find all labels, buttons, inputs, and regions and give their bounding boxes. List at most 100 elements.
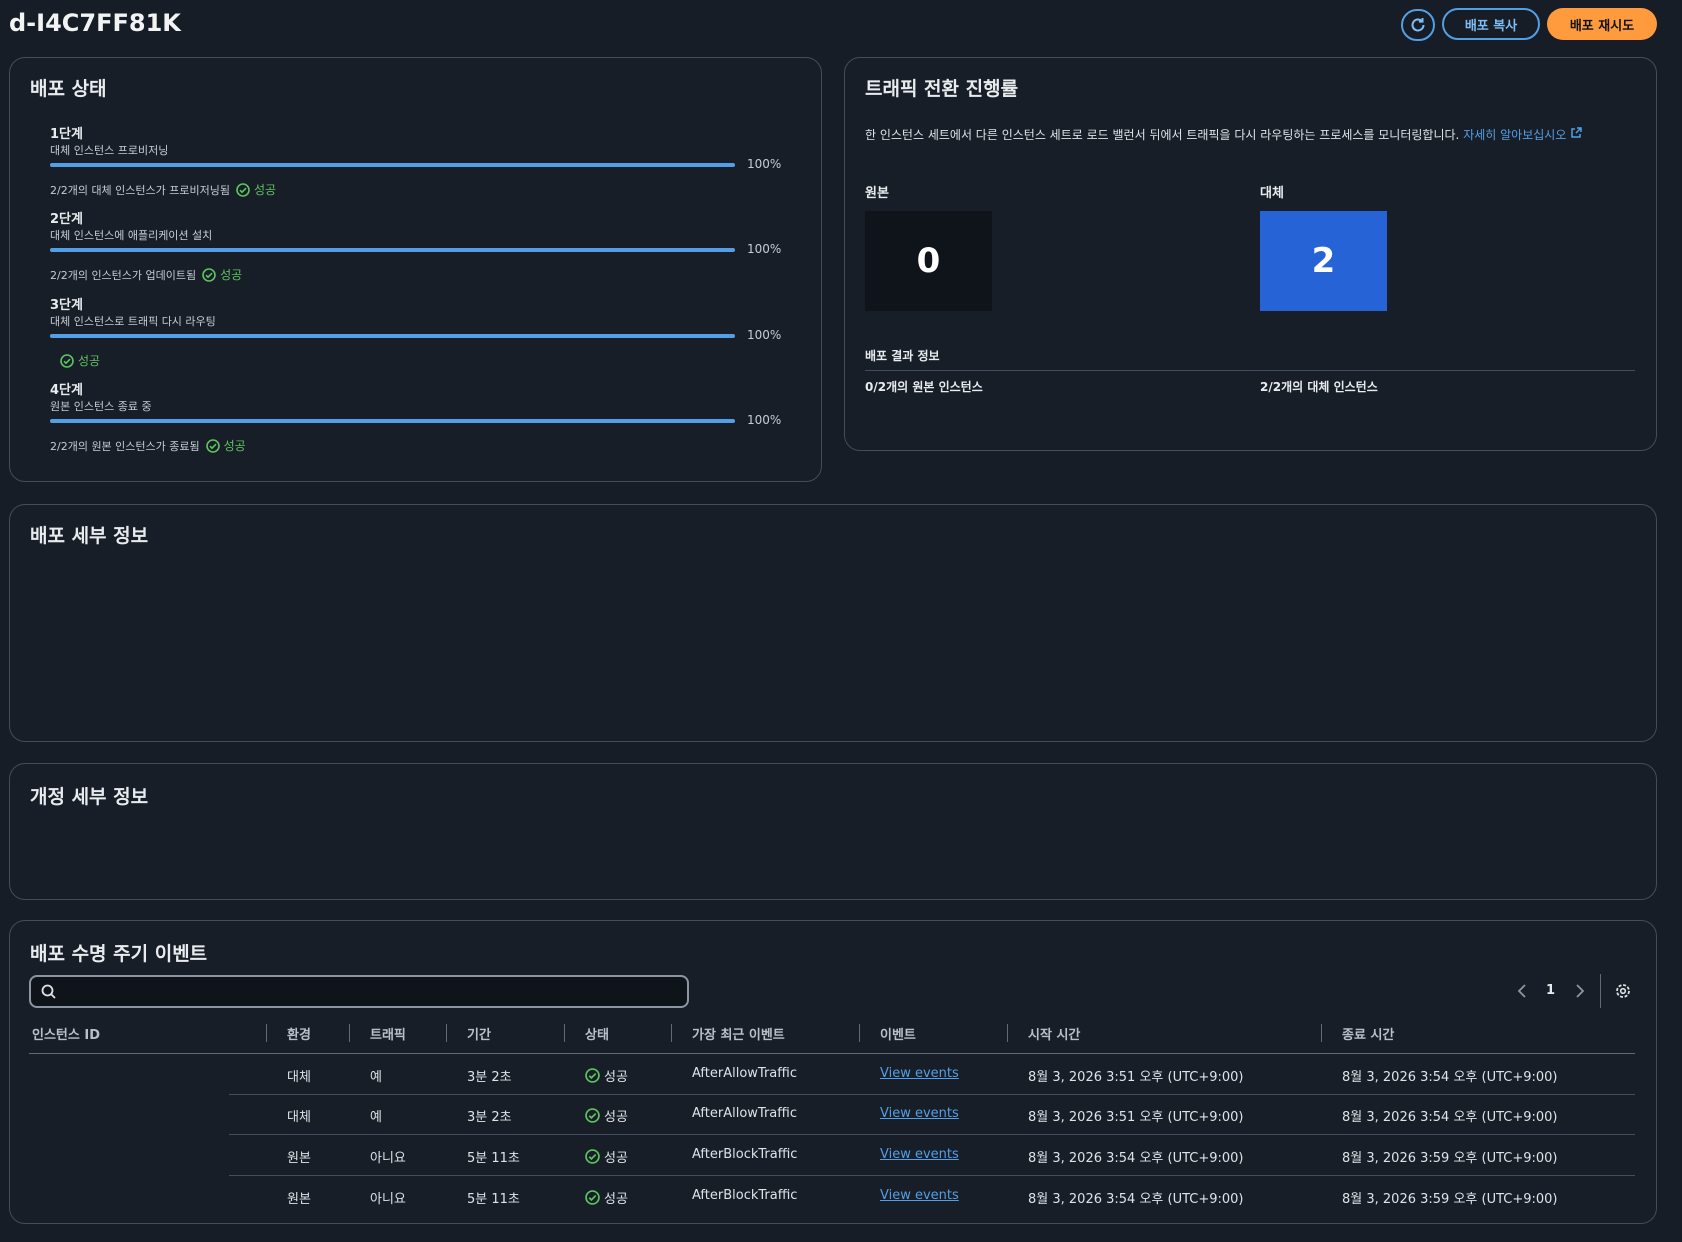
cell-traffic: 아니요 — [370, 1151, 406, 1166]
refresh-button[interactable] — [1401, 9, 1435, 41]
column-header-duration[interactable]: 기간 — [467, 1024, 491, 1043]
column-header-instance-id[interactable]: 인스턴스 ID — [32, 1024, 100, 1043]
next-page-button[interactable] — [1571, 982, 1587, 1000]
column-divider — [564, 1024, 565, 1042]
progress-fill — [50, 163, 735, 167]
deploy-status-card: 배포 상태 1단계 대체 인스턴스 프로비저닝 100% 2/2개의 대체 인스… — [9, 57, 822, 482]
stage-3: 3단계 대체 인스턴스로 트래픽 다시 라우팅 100% 성공 — [50, 294, 800, 374]
search-input[interactable] — [65, 981, 679, 1005]
cell-status: 성공 — [585, 1147, 628, 1166]
cell-duration: 3분 2초 — [467, 1070, 512, 1085]
deploy-result-title: 배포 결과 정보 — [865, 349, 940, 363]
stage-description: 원본 인스턴스 종료 중 — [50, 400, 152, 413]
check-circle-icon — [585, 1149, 600, 1164]
view-events-link[interactable]: View events — [880, 1066, 959, 1081]
cell-latest-event: AfterBlockTraffic — [692, 1147, 798, 1162]
column-divider — [859, 1024, 860, 1042]
column-header-end-time[interactable]: 종료 시간 — [1342, 1024, 1394, 1043]
cell-duration: 5분 11초 — [467, 1192, 520, 1207]
column-header-events[interactable]: 이벤트 — [880, 1024, 916, 1043]
column-header-latest-event[interactable]: 가장 최근 이벤트 — [692, 1024, 785, 1043]
cell-environment: 원본 — [287, 1151, 311, 1166]
view-events-link[interactable]: View events — [880, 1106, 959, 1121]
column-header-environment[interactable]: 환경 — [287, 1024, 311, 1043]
stage-footer-text: 2/2개의 대체 인스턴스가 프로비저닝됨 — [50, 183, 230, 197]
stage-footer: 2/2개의 원본 인스턴스가 종료됨 성공 — [50, 437, 246, 454]
page-title: d-I4C7FF81K — [9, 9, 181, 37]
cell-end-time: 8월 3, 2026 3:59 오후 (UTC+9:00) — [1342, 1192, 1558, 1207]
stage-2: 2단계 대체 인스턴스에 애플리케이션 설치 100% 2/2개의 인스턴스가 … — [50, 208, 800, 288]
progress-bar — [50, 163, 735, 167]
check-circle-icon — [236, 182, 250, 197]
revision-details-card: 개정 세부 정보 — [9, 763, 1657, 900]
column-header-traffic[interactable]: 트래픽 — [370, 1024, 406, 1043]
replacement-result: 2/2개의 대체 인스턴스 — [1260, 380, 1378, 394]
check-circle-icon — [585, 1068, 600, 1083]
progress-bar — [50, 419, 735, 423]
status-label: 성공 — [604, 1110, 628, 1125]
cell-status: 성공 — [585, 1188, 628, 1207]
view-events-link[interactable]: View events — [880, 1147, 959, 1162]
stage-name: 3단계 — [50, 298, 83, 313]
learn-more-label: 자세히 알아보십시오 — [1463, 128, 1567, 142]
cell-start-time: 8월 3, 2026 3:51 오후 (UTC+9:00) — [1028, 1110, 1244, 1125]
cell-environment: 대체 — [287, 1070, 311, 1085]
cell-traffic: 예 — [370, 1110, 382, 1125]
cell-end-time: 8월 3, 2026 3:54 오후 (UTC+9:00) — [1342, 1110, 1558, 1125]
deploy-details-title: 배포 세부 정보 — [30, 525, 149, 547]
column-header-status[interactable]: 상태 — [585, 1024, 609, 1043]
stage-footer-text: 2/2개의 원본 인스턴스가 종료됨 — [50, 439, 200, 453]
progress-fill — [50, 248, 735, 252]
deploy-status-title: 배포 상태 — [30, 78, 107, 100]
external-link-icon — [1571, 127, 1582, 138]
cell-end-time: 8월 3, 2026 3:54 오후 (UTC+9:00) — [1342, 1070, 1558, 1085]
cell-start-time: 8월 3, 2026 3:51 오후 (UTC+9:00) — [1028, 1070, 1244, 1085]
cell-duration: 5분 11초 — [467, 1151, 520, 1166]
stage-footer: 성공 — [60, 352, 100, 369]
progress-fill — [50, 419, 735, 423]
status-success: 성공 — [60, 352, 100, 369]
stage-name: 4단계 — [50, 383, 83, 398]
status-success: 성공 — [236, 181, 276, 198]
check-circle-icon — [585, 1108, 600, 1123]
stage-1: 1단계 대체 인스턴스 프로비저닝 100% 2/2개의 대체 인스턴스가 프로… — [50, 123, 800, 203]
original-label: 원본 — [865, 186, 889, 201]
stage-footer: 2/2개의 인스턴스가 업데이트됨 성공 — [50, 266, 242, 283]
copy-deployment-button[interactable]: 배포 복사 — [1442, 8, 1540, 40]
cell-duration: 3분 2초 — [467, 1110, 512, 1125]
progress-bar — [50, 334, 735, 338]
original-result: 0/2개의 원본 인스턴스 — [865, 380, 983, 394]
check-circle-icon — [585, 1190, 600, 1205]
header-divider — [29, 1053, 1635, 1054]
column-divider — [1007, 1024, 1008, 1042]
chevron-right-icon — [1576, 984, 1585, 998]
prev-page-button[interactable] — [1515, 982, 1531, 1000]
traffic-description-text: 한 인스턴스 세트에서 다른 인스턴스 세트로 로드 밸런서 뒤에서 트래픽을 … — [865, 128, 1460, 142]
progress-label: 100% — [747, 242, 782, 256]
learn-more-link[interactable]: 자세히 알아보십시오 — [1463, 127, 1582, 142]
cell-traffic: 아니요 — [370, 1192, 406, 1207]
column-divider — [671, 1024, 672, 1042]
replacement-count-box: 2 — [1260, 211, 1387, 311]
table-settings-button[interactable] — [1614, 982, 1632, 1000]
column-header-start-time[interactable]: 시작 시간 — [1028, 1024, 1080, 1043]
page-number[interactable]: 1 — [1546, 983, 1555, 998]
search-field[interactable] — [29, 975, 689, 1008]
cell-latest-event: AfterAllowTraffic — [692, 1106, 797, 1121]
stage-description: 대체 인스턴스로 트래픽 다시 라우팅 — [50, 315, 216, 328]
stage-description: 대체 인스턴스에 애플리케이션 설치 — [50, 229, 213, 242]
status-success-label: 성공 — [254, 183, 277, 197]
stage-footer-text: 2/2개의 인스턴스가 업데이트됨 — [50, 268, 197, 282]
retry-deployment-button[interactable]: 배포 재시도 — [1547, 8, 1657, 40]
traffic-description: 한 인스턴스 세트에서 다른 인스턴스 세트로 로드 밸런서 뒤에서 트래픽을 … — [865, 126, 1635, 145]
traffic-shift-title: 트래픽 전환 진행률 — [865, 78, 1019, 100]
row-divider — [229, 1134, 1635, 1135]
status-success-label: 성공 — [220, 268, 243, 282]
cell-latest-event: AfterAllowTraffic — [692, 1066, 797, 1081]
replacement-label: 대체 — [1260, 186, 1284, 201]
column-divider — [266, 1024, 267, 1042]
status-label: 성공 — [604, 1070, 628, 1085]
view-events-link[interactable]: View events — [880, 1188, 959, 1203]
refresh-icon — [1411, 18, 1425, 32]
progress-label: 100% — [747, 157, 782, 171]
